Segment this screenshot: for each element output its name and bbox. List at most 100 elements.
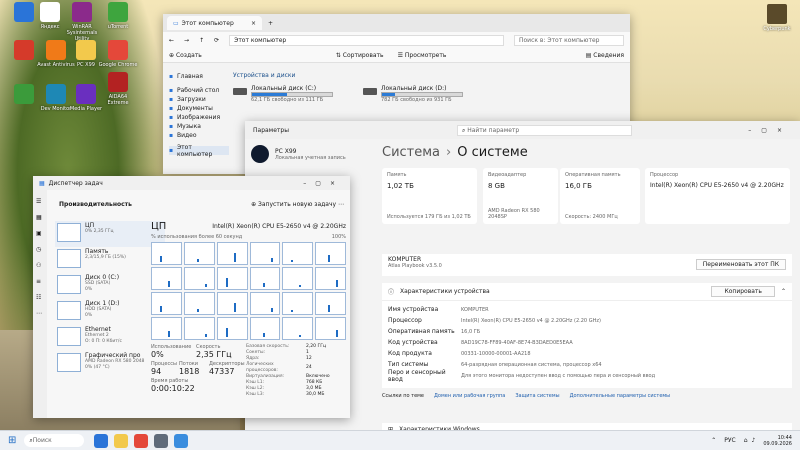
forward-icon[interactable]: →: [184, 37, 189, 44]
run-task-label: Запустить новую задачу: [258, 201, 337, 208]
up-icon[interactable]: ↑: [199, 37, 204, 44]
spec-card-label: Оперативная память: [565, 172, 621, 178]
volume-icon[interactable]: ♪: [752, 437, 756, 444]
perf-item-sub: SSD (SATA) 0%: [85, 281, 111, 292]
spec-card: Процессор Intel(R) Xeon(R) CPU E5-2650 v4…: [645, 168, 790, 224]
window-controls[interactable]: –▢×: [748, 127, 792, 134]
network-icon[interactable]: ⌂: [744, 437, 748, 444]
taskbar-settings-icon[interactable]: [154, 433, 169, 448]
task-view-icon[interactable]: [94, 433, 109, 448]
desktop-icon-utorrent[interactable]: uTorrent: [98, 2, 138, 30]
taskmgr-sidebar-icons[interactable]: ☰ ▦ ▣ ◷ ⚇ ≡ ☷ ⋯: [33, 190, 47, 326]
handles-value: 47337: [209, 367, 235, 376]
breadcrumb-parent[interactable]: Система: [382, 145, 440, 160]
perf-item[interactable]: ЦП 0% 2,35 ГГц: [55, 221, 165, 247]
nav-item-icon: ▪: [169, 114, 174, 121]
cpu-stats: Использование Скорость 0% 2,35 ГГц Процесс…: [151, 344, 246, 393]
nav-item-icon: ▪: [169, 147, 174, 154]
perf-item[interactable]: Ethernet Ethernet 2 О: 0 П: 0 Кбит/с: [55, 325, 165, 351]
related-links: Домен или рабочая группа Защита системы До…: [434, 393, 670, 399]
spec-card: Оперативная память 16,0 ГБ Скорость: 2400 …: [560, 168, 640, 224]
run-task-button[interactable]: ⊕ Запустить новую задачу ⋯: [251, 201, 344, 208]
spec-card-value: 16,0 ГБ: [565, 182, 592, 190]
spec-title: Характеристики устройства: [400, 288, 490, 295]
details-button[interactable]: ▤ Сведения: [586, 52, 624, 59]
drive-item[interactable]: Локальный диск (C:) 62,1 ГБ свободно из 1…: [233, 85, 333, 103]
perf-item-sub: Ethernet 2 О: 0 П: 0 Кбит/с: [85, 333, 122, 344]
desktop-icon-6[interactable]: Media Player: [66, 84, 106, 112]
taskbar-browser-icon[interactable]: [134, 433, 149, 448]
related-link[interactable]: Защита системы: [515, 393, 559, 399]
nav-item[interactable]: ▪ Изображения: [169, 113, 229, 122]
cpu-core-graph: [315, 242, 346, 265]
spec-card-label: Видеоадаптер: [488, 172, 527, 178]
nav-item-label: Главная: [177, 72, 203, 80]
address-bar[interactable]: Этот компьютер: [229, 35, 504, 46]
explorer-tab[interactable]: ▭ Этот компьютер ×: [167, 16, 262, 30]
cpu-details: Базовая скорость: 2,20 ГГц Сокеты: 1 Ядра: 12…: [246, 344, 346, 398]
cpu-detail-row: Кэш L3: 30,0 МБ: [246, 392, 346, 398]
nav-item[interactable]: ▪ Загрузки: [169, 95, 229, 104]
desktop-icon-winrar-glyph: [72, 2, 92, 22]
perf-item[interactable]: Память 2,3/15,9 ГБ (15%): [55, 247, 165, 273]
cpu-core-graph: [151, 317, 182, 340]
sort-button[interactable]: ⇅ Сортировать: [336, 52, 384, 59]
taskbar: ⊞ ⌕ Поиск ⌃ РУС ⌂ ♪ 10:44 09.09.2026: [0, 430, 800, 450]
settings-user[interactable]: PC X99 Локальная учетная запись: [251, 145, 376, 163]
perf-item[interactable]: Графический про AMD Radeon RX 580 2048 0%…: [55, 351, 165, 377]
nav-item[interactable]: ▪ Этот компьютер: [169, 144, 229, 158]
nav-item[interactable]: ▪ Видео: [169, 131, 229, 140]
perf-item-sub: 0% 2,35 ГГц: [85, 229, 114, 234]
cpu-title: ЦП: [151, 221, 167, 232]
nav-item[interactable]: ▪ Главная: [169, 70, 229, 82]
clock-date: 09.09.2026: [763, 440, 792, 447]
page-title: О системе: [457, 145, 528, 160]
spec-card-sub: AMD Radeon RX 580 2048SP: [488, 208, 540, 220]
profile-icon[interactable]: Cyberpunk: [755, 4, 799, 32]
devices-section-title: Устройства и диски: [233, 72, 296, 79]
taskmgr-window-controls[interactable]: –▢×: [303, 180, 344, 187]
spec-value: 64-разрядная операционная система, проце…: [461, 361, 602, 368]
taskmgr-app-icon: ▦: [39, 179, 45, 187]
desktop-icon-label: AIDA64 Extreme: [107, 94, 129, 106]
copy-label: Копировать: [724, 288, 762, 295]
view-button[interactable]: ☰ Просмотреть: [398, 52, 447, 59]
taskbar-taskmgr-icon[interactable]: [174, 433, 189, 448]
taskbar-explorer-icon[interactable]: [114, 433, 129, 448]
nav-item[interactable]: ▪ Музыка: [169, 122, 229, 131]
related-link[interactable]: Домен или рабочая группа: [434, 393, 505, 399]
nav-item[interactable]: ▪ Документы: [169, 104, 229, 113]
taskmgr-title: Диспетчер задач: [48, 179, 103, 187]
desktop-icon-utorrent-glyph: [108, 2, 128, 22]
clock[interactable]: 10:44 09.09.2026: [763, 435, 792, 447]
desktop-icon-winrar[interactable]: WinRAR Sysinternals Utility: [62, 2, 102, 42]
back-icon[interactable]: ←: [169, 37, 174, 44]
taskbar-search[interactable]: ⌕ Поиск: [24, 434, 85, 447]
new-tab-icon[interactable]: +: [268, 20, 273, 27]
cpu-core-graph: [216, 317, 248, 340]
new-button[interactable]: ⊕ Создать: [169, 52, 202, 59]
refresh-icon[interactable]: ⟳: [214, 37, 219, 44]
settings-title: Параметры: [253, 126, 289, 134]
desktop-icon-label: Google Chrome: [98, 62, 138, 68]
start-icon[interactable]: ⊞: [8, 435, 16, 446]
rename-button[interactable]: Переименовать этот ПК: [695, 259, 786, 270]
explorer-search[interactable]: Поиск в: Этот компьютер: [514, 35, 624, 46]
nav-item[interactable]: ▪ Рабочий стол: [169, 86, 229, 95]
perf-item[interactable]: Диск 0 (C:) SSD (SATA) 0%: [55, 273, 165, 299]
language-indicator[interactable]: РУС: [724, 437, 735, 444]
tab-close-icon[interactable]: ×: [251, 20, 256, 27]
drive-item[interactable]: Локальный диск (D:) 782 ГБ свободно из 93…: [363, 85, 463, 103]
chevron-up-icon[interactable]: ⌃: [781, 288, 786, 295]
perf-item[interactable]: Диск 1 (D:) HDD (SATA) 0%: [55, 299, 165, 325]
spec-card-sub: Используется 179 ГБ из 1,02 ТБ: [387, 214, 471, 220]
related-link[interactable]: Дополнительные параметры системы: [570, 393, 671, 399]
nav-item-label: Изображения: [177, 114, 221, 121]
copy-button[interactable]: Копировать: [711, 286, 775, 297]
links-label: Ссылки по теме: [382, 393, 424, 399]
tray-chevron-icon[interactable]: ⌃: [711, 437, 716, 444]
desktop-icon-chrome[interactable]: Google Chrome: [98, 40, 138, 68]
spec-key: Оперативная память: [388, 328, 455, 335]
spec-key: Процессор: [388, 317, 422, 324]
settings-search[interactable]: ⌕ Найти параметр: [456, 124, 632, 136]
